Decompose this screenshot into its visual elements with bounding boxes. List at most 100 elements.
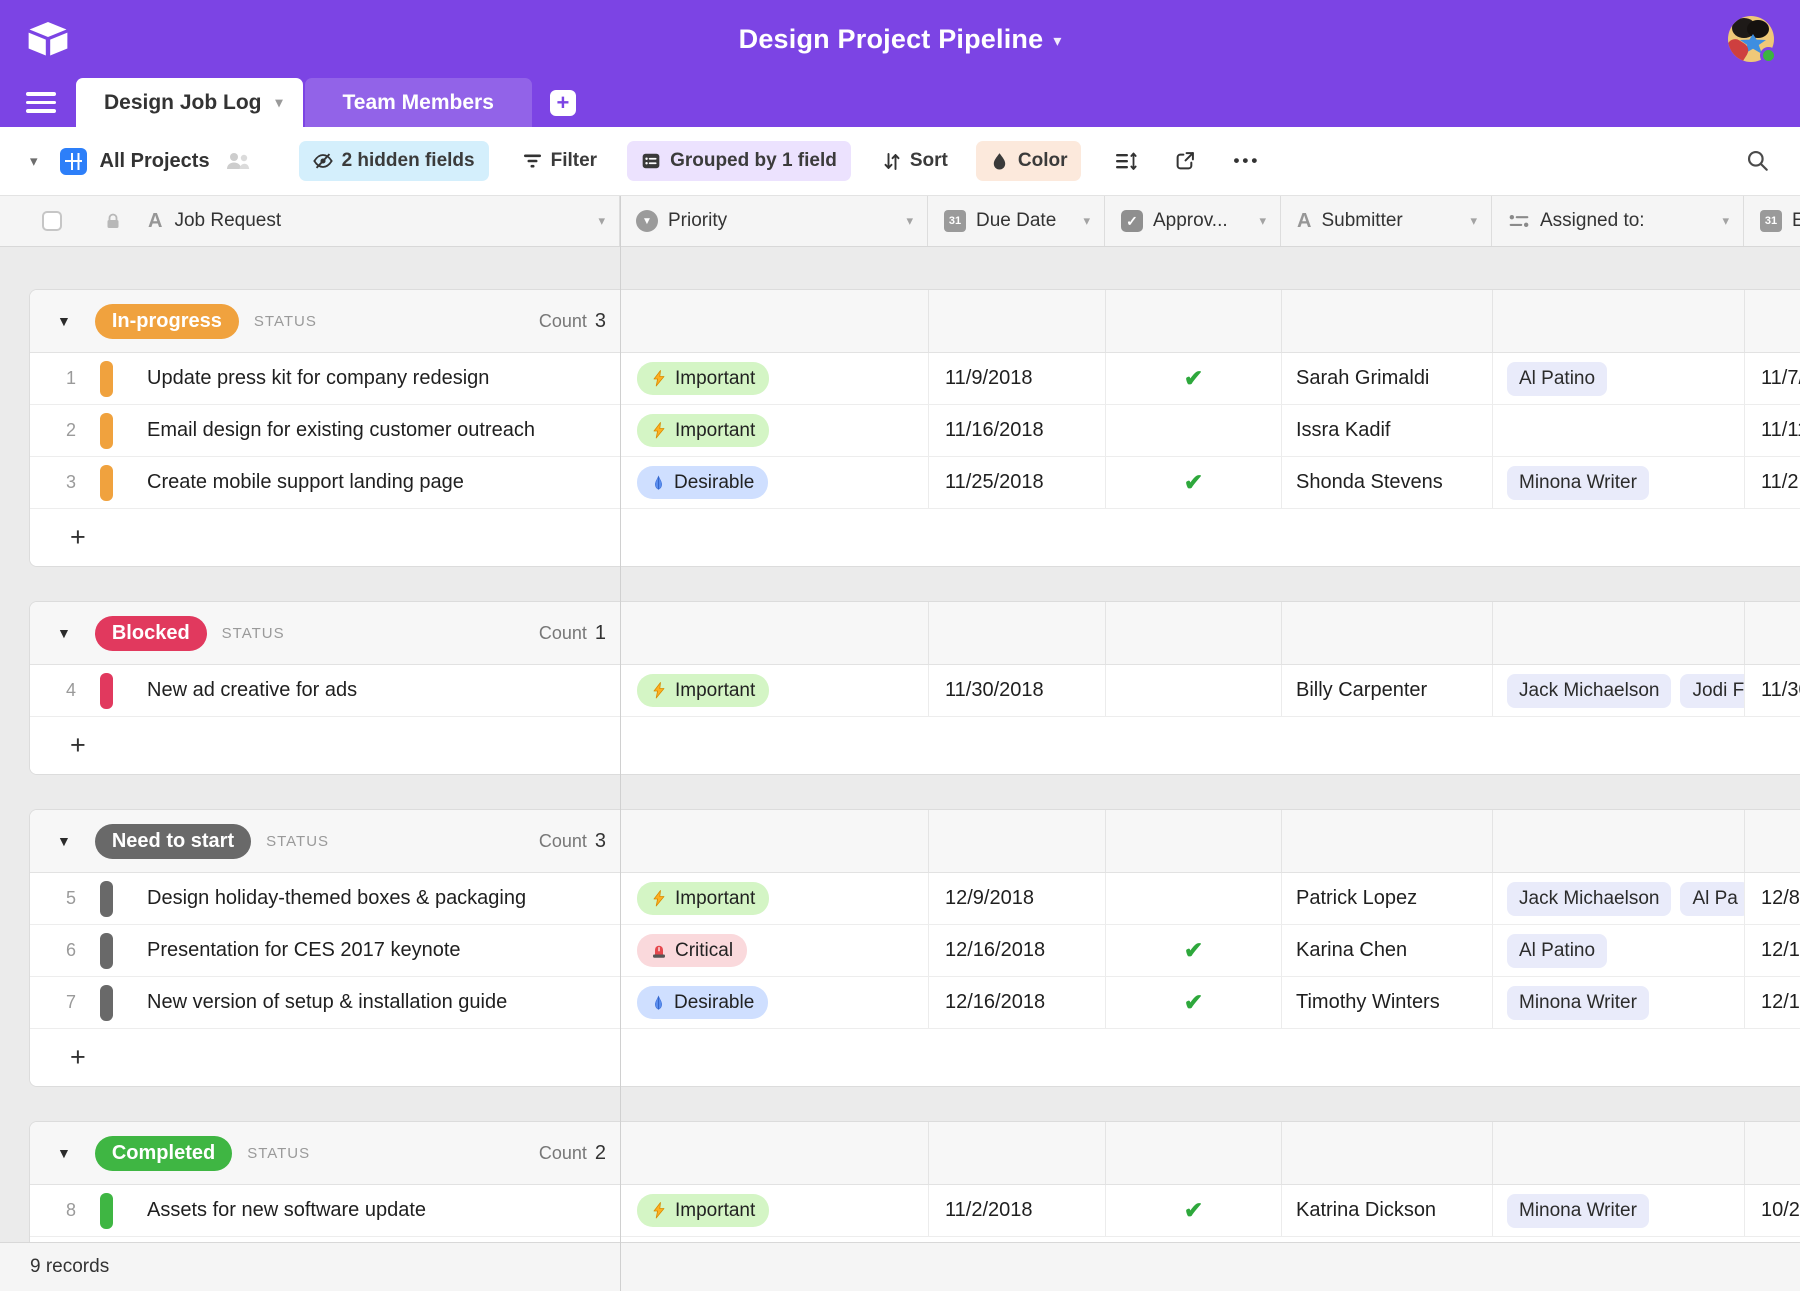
avatar[interactable] bbox=[1728, 16, 1774, 62]
view-name[interactable]: All Projects bbox=[100, 150, 210, 173]
approved-cell[interactable] bbox=[1106, 665, 1282, 716]
group-header-summary[interactable]: ▼BlockedSTATUSCount1 bbox=[30, 602, 621, 664]
priority-cell[interactable]: Important bbox=[621, 1185, 929, 1236]
group-header-summary[interactable]: ▼CompletedSTATUSCount2 bbox=[30, 1122, 621, 1184]
submitter-cell[interactable]: Karina Chen bbox=[1282, 925, 1493, 976]
submitter-cell[interactable]: Patrick Lopez bbox=[1282, 873, 1493, 924]
tab-team-members[interactable]: Team Members bbox=[305, 78, 532, 127]
end-date-cell[interactable]: 12/12 bbox=[1745, 925, 1800, 976]
end-date-cell[interactable]: 12/13 bbox=[1745, 977, 1800, 1028]
add-record-button[interactable]: + bbox=[70, 732, 86, 759]
group-header-summary[interactable]: ▼Need to startSTATUSCount3 bbox=[30, 810, 621, 872]
add-record-row[interactable]: + bbox=[30, 509, 1800, 566]
end-date-cell[interactable]: 10/2 bbox=[1745, 1185, 1800, 1236]
group-header-summary[interactable]: ▼In-progressSTATUSCount3 bbox=[30, 290, 621, 352]
column-menu-caret-icon[interactable]: ▾ bbox=[1718, 213, 1729, 229]
collapse-group-icon[interactable]: ▼ bbox=[57, 313, 71, 329]
assigned-to-cell[interactable]: Al Patino bbox=[1493, 925, 1745, 976]
menu-icon[interactable] bbox=[26, 78, 56, 127]
approved-cell[interactable]: ✔ bbox=[1106, 925, 1282, 976]
column-header-assigned-to[interactable]: Assigned to:▾ bbox=[1492, 196, 1744, 246]
collapse-group-icon[interactable]: ▼ bbox=[57, 833, 71, 849]
priority-cell[interactable]: Important bbox=[621, 405, 929, 456]
more-options-icon[interactable]: ••• bbox=[1233, 151, 1260, 171]
column-menu-caret-icon[interactable]: ▾ bbox=[1255, 213, 1266, 229]
column-header-approv[interactable]: ✓Approv...▾ bbox=[1105, 196, 1281, 246]
due-date-cell[interactable]: 11/30/2018 bbox=[929, 665, 1106, 716]
add-record-button[interactable]: + bbox=[70, 1044, 86, 1071]
assigned-to-cell[interactable]: Al Patino bbox=[1493, 353, 1745, 404]
tab-chevron-down-icon[interactable]: ▾ bbox=[276, 94, 283, 111]
collapse-group-icon[interactable]: ▼ bbox=[57, 1145, 71, 1161]
priority-cell[interactable]: Important bbox=[621, 353, 929, 404]
assigned-to-cell[interactable]: Jack MichaelsonAl Pa bbox=[1493, 873, 1745, 924]
approved-cell[interactable] bbox=[1106, 873, 1282, 924]
hidden-fields-button[interactable]: 2 hidden fields bbox=[299, 141, 489, 181]
add-record-row[interactable]: + bbox=[30, 1029, 1800, 1086]
job-request-cell[interactable]: 3Create mobile support landing page bbox=[30, 457, 621, 508]
collaborators-icon[interactable] bbox=[225, 151, 251, 171]
column-header-submitter[interactable]: ASubmitter▾ bbox=[1281, 196, 1492, 246]
assigned-to-cell[interactable]: Minona Writer bbox=[1493, 977, 1745, 1028]
end-date-cell[interactable]: 11/7/ bbox=[1745, 353, 1800, 404]
end-date-cell[interactable]: 11/11 bbox=[1745, 405, 1800, 456]
add-record-button[interactable]: + bbox=[70, 524, 86, 551]
approved-cell[interactable]: ✔ bbox=[1106, 1185, 1282, 1236]
due-date-cell[interactable]: 11/16/2018 bbox=[929, 405, 1106, 456]
due-date-cell[interactable]: 11/9/2018 bbox=[929, 353, 1106, 404]
submitter-cell[interactable]: Sarah Grimaldi bbox=[1282, 353, 1493, 404]
due-date-cell[interactable]: 11/25/2018 bbox=[929, 457, 1106, 508]
approved-cell[interactable]: ✔ bbox=[1106, 457, 1282, 508]
sort-button[interactable]: Sort bbox=[883, 150, 948, 172]
add-record-row[interactable]: + bbox=[30, 717, 1800, 774]
submitter-cell[interactable]: Billy Carpenter bbox=[1282, 665, 1493, 716]
job-request-cell[interactable]: 7New version of setup & installation gui… bbox=[30, 977, 621, 1028]
column-header-due-date[interactable]: 31Due Date▾ bbox=[928, 196, 1105, 246]
due-date-cell[interactable]: 12/9/2018 bbox=[929, 873, 1106, 924]
group-button[interactable]: Grouped by 1 field bbox=[627, 141, 851, 181]
end-date-cell[interactable]: 11/21 bbox=[1745, 457, 1800, 508]
share-view-icon[interactable] bbox=[1175, 151, 1195, 171]
color-button[interactable]: Color bbox=[976, 141, 1082, 181]
page-title[interactable]: Design Project Pipeline bbox=[739, 24, 1044, 55]
priority-cell[interactable]: Important bbox=[621, 873, 929, 924]
submitter-cell[interactable]: Shonda Stevens bbox=[1282, 457, 1493, 508]
priority-cell[interactable]: Important bbox=[621, 665, 929, 716]
job-request-cell[interactable]: 6Presentation for CES 2017 keynote bbox=[30, 925, 621, 976]
row-height-icon[interactable] bbox=[1115, 152, 1137, 171]
column-menu-caret-icon[interactable]: ▾ bbox=[1466, 213, 1477, 229]
job-request-cell[interactable]: 4New ad creative for ads bbox=[30, 665, 621, 716]
priority-cell[interactable]: Desirable bbox=[621, 977, 929, 1028]
title-chevron-down-icon[interactable]: ▾ bbox=[1053, 27, 1061, 51]
select-all-checkbox[interactable] bbox=[42, 211, 62, 231]
end-date-cell[interactable]: 11/30 bbox=[1745, 665, 1800, 716]
job-request-cell[interactable]: 5Design holiday-themed boxes & packaging bbox=[30, 873, 621, 924]
submitter-cell[interactable]: Katrina Dickson bbox=[1282, 1185, 1493, 1236]
priority-cell[interactable]: Desirable bbox=[621, 457, 929, 508]
assigned-to-cell[interactable] bbox=[1493, 405, 1745, 456]
approved-cell[interactable]: ✔ bbox=[1106, 977, 1282, 1028]
column-header-e[interactable]: 31E bbox=[1744, 196, 1800, 246]
due-date-cell[interactable]: 11/2/2018 bbox=[929, 1185, 1106, 1236]
column-menu-caret-icon[interactable]: ▾ bbox=[902, 213, 913, 229]
priority-cell[interactable]: Critical bbox=[621, 925, 929, 976]
submitter-cell[interactable]: Issra Kadif bbox=[1282, 405, 1493, 456]
job-request-cell[interactable]: 8Assets for new software update bbox=[30, 1185, 621, 1236]
column-header-job-request[interactable]: AJob Request▾ bbox=[0, 196, 620, 246]
add-tab-button[interactable]: + bbox=[550, 90, 576, 116]
column-menu-caret-icon[interactable]: ▾ bbox=[594, 213, 605, 229]
submitter-cell[interactable]: Timothy Winters bbox=[1282, 977, 1493, 1028]
assigned-to-cell[interactable]: Minona Writer bbox=[1493, 457, 1745, 508]
assigned-to-cell[interactable]: Minona Writer bbox=[1493, 1185, 1745, 1236]
search-icon[interactable] bbox=[1746, 149, 1770, 173]
assigned-to-cell[interactable]: Jack MichaelsonJodi F bbox=[1493, 665, 1745, 716]
end-date-cell[interactable]: 12/8 bbox=[1745, 873, 1800, 924]
tab-design-job-log[interactable]: Design Job Log ▾ bbox=[76, 78, 303, 127]
filter-button[interactable]: Filter bbox=[523, 150, 597, 172]
job-request-cell[interactable]: 2Email design for existing customer outr… bbox=[30, 405, 621, 456]
approved-cell[interactable]: ✔ bbox=[1106, 353, 1282, 404]
collapse-group-icon[interactable]: ▼ bbox=[57, 625, 71, 641]
due-date-cell[interactable]: 12/16/2018 bbox=[929, 977, 1106, 1028]
views-sidebar-caret-icon[interactable]: ▾ bbox=[30, 152, 38, 170]
column-header-priority[interactable]: ▼Priority▾ bbox=[620, 196, 928, 246]
